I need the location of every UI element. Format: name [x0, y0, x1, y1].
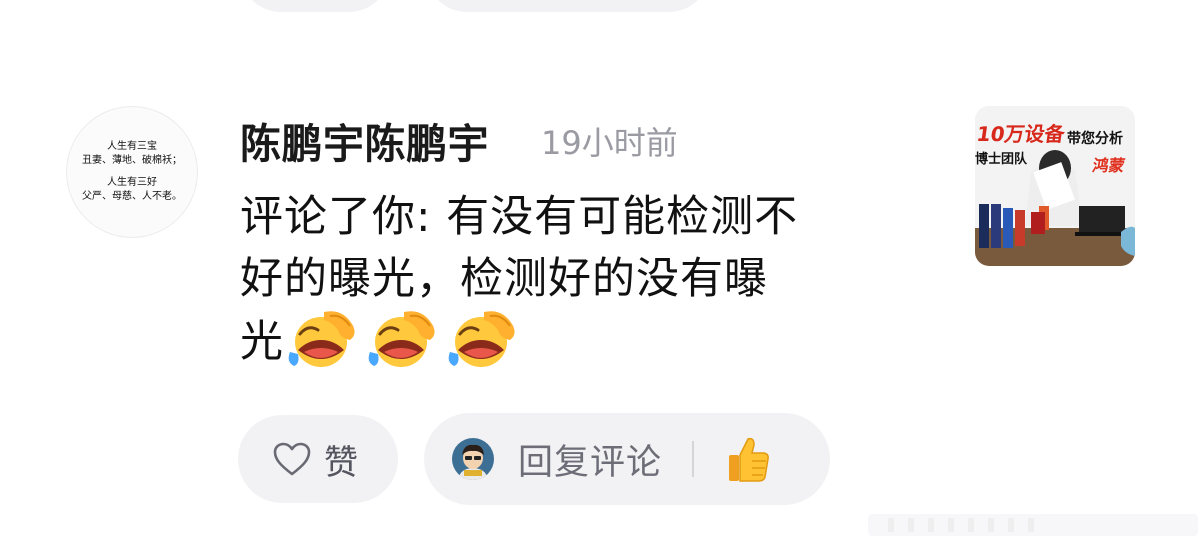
- comment-line: 好的曝光，检测好的没有曝: [240, 254, 768, 304]
- thumbnail-caption: 鸿蒙: [1091, 156, 1127, 175]
- reply-label: 回复评论: [518, 442, 663, 483]
- face-with-tears-of-joy-icon: [288, 311, 355, 367]
- username[interactable]: 陈鹏宇陈鹏宇: [240, 110, 489, 170]
- comment-line: 评论了你: 有没有可能检测不: [240, 192, 799, 242]
- timestamp: 19小时前: [541, 124, 678, 162]
- avatar-text-line: 父严、母慈、人不老。: [82, 191, 182, 202]
- thumbnail-caption: 带您分析: [1067, 131, 1123, 147]
- comment-line: 光: [240, 310, 940, 373]
- face-with-tears-of-joy-icon: [368, 311, 435, 367]
- heart-icon: [273, 442, 311, 476]
- comment-text[interactable]: 评论了你: 有没有可能检测不 好的曝光，检测好的没有曝 光: [240, 186, 940, 373]
- avatar[interactable]: 人生有三宝 丑妻、薄地、破棉袄； 人生有三好 父严、母慈、人不老。: [66, 106, 198, 238]
- comment-notification: 人生有三宝 丑妻、薄地、破棉袄； 人生有三好 父严、母慈、人不老。 陈鹏宇陈鹏宇…: [0, 0, 1200, 550]
- like-label: 赞: [324, 442, 358, 483]
- watermark: [868, 514, 1198, 536]
- comment-line-text: 光: [240, 317, 284, 367]
- my-avatar-image: [452, 438, 494, 480]
- post-thumbnail[interactable]: 10万设备 带您分析 博士团队 鸿蒙: [975, 106, 1135, 266]
- like-button[interactable]: 赞: [238, 415, 398, 503]
- thumbnail-caption: 博士团队: [975, 152, 1028, 167]
- avatar-text-line: 人生有三好: [107, 177, 157, 188]
- avatar-text-line: 丑妻、薄地、破棉袄；: [82, 155, 182, 166]
- thumbs-up-icon[interactable]: [726, 435, 770, 483]
- face-with-tears-of-joy-icon: [448, 311, 515, 367]
- my-avatar: [452, 438, 494, 480]
- divider: [692, 441, 695, 477]
- avatar-text-line: 人生有三宝: [107, 141, 157, 152]
- previous-like-pill[interactable]: [240, 0, 390, 12]
- previous-reply-pill[interactable]: [426, 0, 710, 12]
- reply-comment-button[interactable]: 回复评论: [424, 413, 830, 505]
- thumbnail-caption: 10万设备: [975, 122, 1067, 146]
